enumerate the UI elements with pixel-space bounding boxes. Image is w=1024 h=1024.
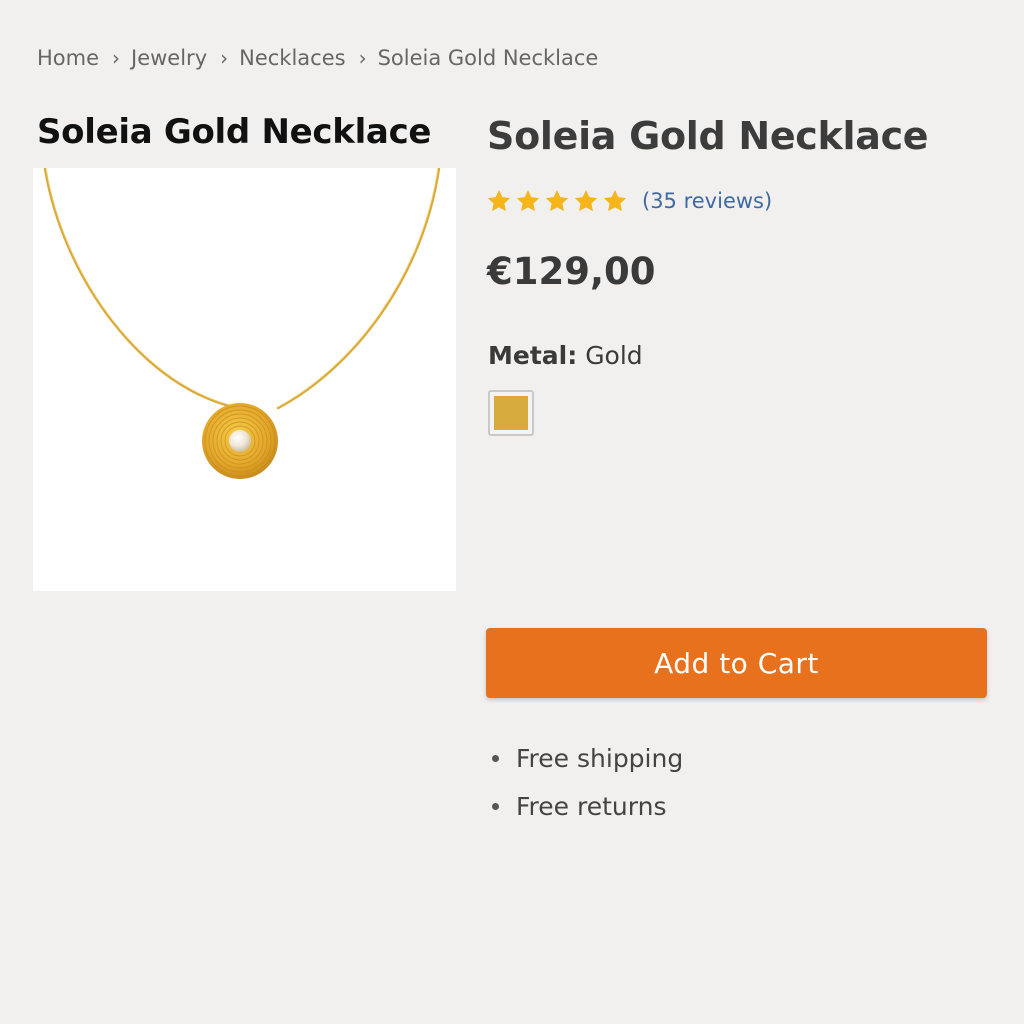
add-to-cart-button[interactable]: Add to Cart	[486, 628, 987, 698]
swatch-color-fill	[494, 396, 528, 430]
image-title: Soleia Gold Necklace	[37, 112, 432, 152]
benefit-free-shipping: Free shipping	[516, 743, 684, 773]
reviews-link[interactable]: (35 reviews)	[642, 189, 772, 213]
breadcrumb-separator: ›	[358, 46, 367, 70]
metal-label-key: Metal:	[488, 341, 578, 370]
breadcrumb-separator: ›	[112, 46, 121, 70]
star-icon	[603, 189, 627, 212]
metal-swatch-gold[interactable]	[488, 390, 534, 436]
breadcrumb-home-link[interactable]: Home	[37, 46, 99, 70]
metal-label-value: Gold	[585, 341, 643, 370]
star-icon	[545, 189, 569, 212]
breadcrumb-separator: ›	[220, 46, 229, 70]
breadcrumb-jewelry-link[interactable]: Jewelry	[131, 46, 207, 70]
list-item: Free shipping	[490, 734, 683, 782]
product-image[interactable]	[33, 168, 456, 591]
breadcrumb: Home › Jewelry › Necklaces › Soleia Gold…	[37, 46, 598, 70]
product-rating: (35 reviews)	[486, 188, 772, 214]
benefit-free-returns: Free returns	[516, 791, 667, 821]
list-item: Free returns	[490, 782, 683, 830]
product-price: €129,00	[487, 250, 656, 293]
breadcrumb-necklaces-link[interactable]: Necklaces	[239, 46, 345, 70]
necklace-image	[43, 168, 441, 479]
bullet-icon	[492, 754, 499, 762]
star-icon	[574, 189, 598, 212]
breadcrumb-current-page: Soleia Gold Necklace	[377, 46, 599, 70]
metal-option-label: Metal: Gold	[488, 341, 643, 370]
benefits-list: Free shipping Free returns	[490, 734, 683, 830]
bullet-icon	[492, 802, 499, 810]
product-title: Soleia Gold Necklace	[487, 114, 929, 158]
rating-stars	[486, 188, 628, 214]
star-icon	[516, 189, 540, 212]
star-icon	[487, 189, 511, 212]
